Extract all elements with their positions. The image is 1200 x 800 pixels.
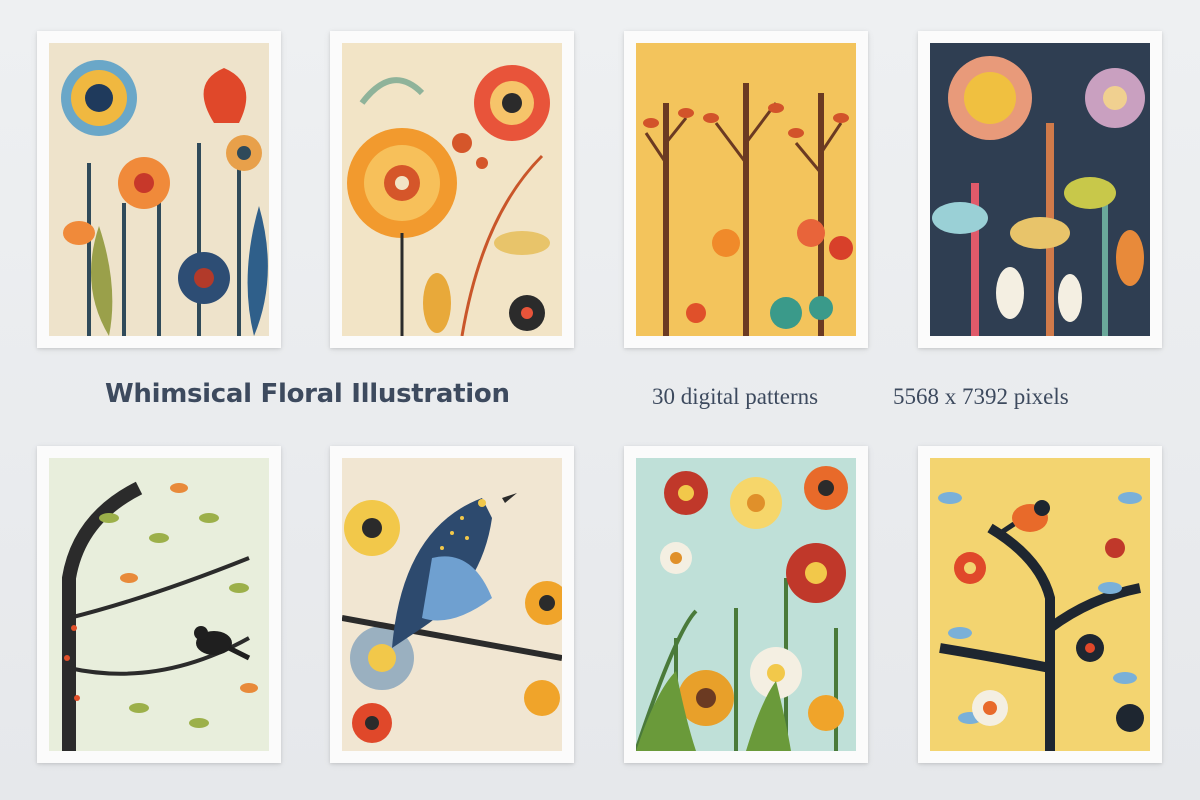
orange-blooms-illustration — [342, 43, 562, 336]
artwork-card-5 — [37, 446, 281, 763]
pattern-count-label: 30 digital patterns — [652, 384, 819, 409]
folk-flowers-illustration — [49, 43, 269, 336]
artwork-card-6 — [330, 446, 574, 763]
blue-bird-branch-illustration — [342, 458, 562, 751]
wildflower-meadow-illustration — [636, 458, 856, 751]
resolution-label: 5568 x 7392 pixels — [893, 384, 1069, 409]
tree-with-bird-illustration — [930, 458, 1150, 751]
tree-branches-bird-illustration — [49, 458, 269, 751]
navy-flowers-leaves-illustration — [930, 43, 1150, 336]
artwork-card-7 — [624, 446, 868, 763]
autumn-trees-illustration — [636, 43, 856, 336]
headline-title: Whimsical Floral Illustration — [105, 379, 510, 409]
artwork-card-8 — [918, 446, 1162, 763]
artwork-card-1 — [37, 31, 281, 348]
artwork-card-4 — [918, 31, 1162, 348]
artwork-card-2 — [330, 31, 574, 348]
artwork-card-3 — [624, 31, 868, 348]
